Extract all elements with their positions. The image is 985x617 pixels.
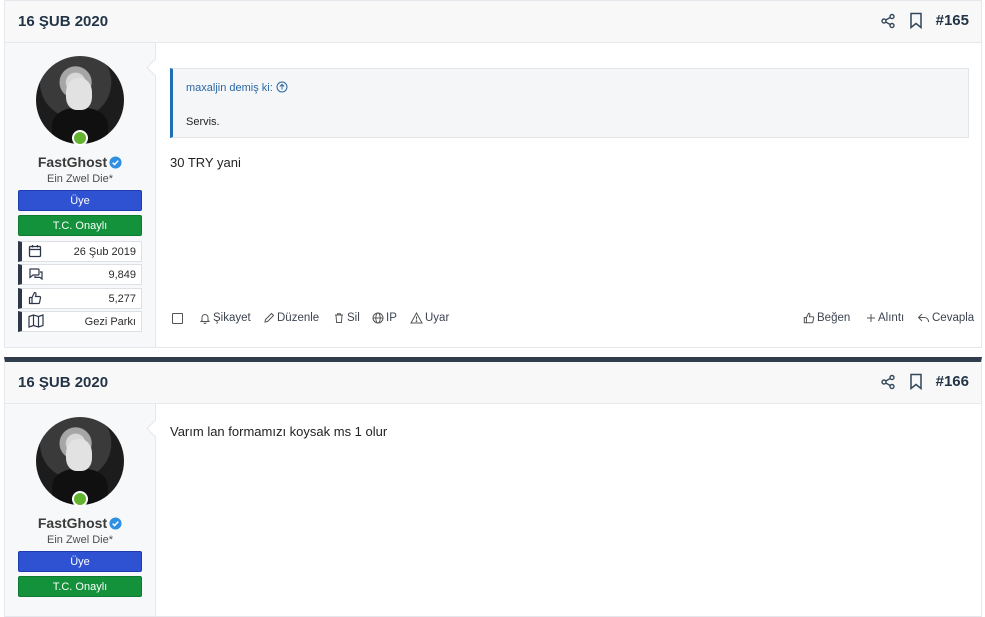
like-button[interactable]: Beğen bbox=[803, 312, 850, 324]
warning-icon bbox=[410, 312, 423, 324]
stat-join-date: 26 Şub 2019 bbox=[18, 241, 142, 262]
bell-icon bbox=[199, 314, 211, 324]
post-165: 16 ŞUB 2020 #165 FastGhost Ein Zwel Die*… bbox=[4, 0, 982, 348]
select-checkbox[interactable] bbox=[172, 313, 183, 324]
member-badge: Üye bbox=[18, 551, 142, 572]
messages-icon bbox=[28, 267, 44, 284]
reply-button[interactable]: Cevapla bbox=[917, 312, 974, 324]
share-icon[interactable] bbox=[880, 374, 896, 390]
thumbs-up-icon bbox=[803, 312, 815, 324]
post-header: 16 ŞUB 2020 #166 bbox=[5, 362, 981, 404]
report-button[interactable]: Şikayet bbox=[199, 312, 251, 324]
quote-text: Servis. bbox=[186, 116, 220, 128]
reply-icon bbox=[917, 313, 929, 322]
stat-location: Gezi Parkı bbox=[18, 311, 142, 332]
edit-button[interactable]: Düzenle bbox=[263, 312, 319, 324]
map-icon bbox=[28, 314, 44, 331]
arrow-up-circle-icon[interactable] bbox=[276, 81, 288, 93]
globe-icon bbox=[372, 312, 384, 324]
quote-author-link[interactable]: maxaljin demiş ki: bbox=[186, 81, 288, 94]
post-date[interactable]: 16 ŞUB 2020 bbox=[18, 374, 108, 391]
username-link[interactable]: FastGhost bbox=[5, 515, 155, 531]
warn-button[interactable]: Uyar bbox=[410, 312, 449, 324]
member-badge: Üye bbox=[18, 190, 142, 211]
username-link[interactable]: FastGhost bbox=[5, 154, 155, 170]
post-date[interactable]: 16 ŞUB 2020 bbox=[18, 13, 108, 30]
online-status-icon bbox=[72, 491, 88, 507]
user-cell: FastGhost Ein Zwel Die* Üye T.C. Onaylı … bbox=[5, 43, 165, 347]
share-icon[interactable] bbox=[880, 13, 896, 29]
post-166: 16 ŞUB 2020 #166 FastGhost Ein Zwel Die*… bbox=[4, 357, 982, 617]
post-number-link[interactable]: #166 bbox=[936, 373, 969, 390]
plus-icon bbox=[867, 314, 875, 322]
stat-reactions: 5,277 bbox=[18, 288, 142, 309]
ip-button[interactable]: IP bbox=[372, 312, 397, 324]
cell-arrow bbox=[146, 58, 165, 77]
user-title: Ein Zwel Die* bbox=[46, 534, 114, 546]
user-cell: FastGhost Ein Zwel Die* Üye T.C. Onaylı bbox=[5, 404, 165, 616]
message-body: 30 TRY yani bbox=[170, 155, 241, 170]
bookmark-icon[interactable] bbox=[909, 12, 923, 29]
post-number-link[interactable]: #165 bbox=[936, 12, 969, 29]
thumbs-up-icon bbox=[28, 291, 42, 308]
stat-messages: 9,849 bbox=[18, 264, 142, 285]
verified-icon bbox=[109, 156, 122, 169]
calendar-icon bbox=[28, 244, 42, 261]
cell-arrow bbox=[146, 419, 165, 438]
quote-block: maxaljin demiş ki: Servis. bbox=[170, 68, 969, 138]
post-header: 16 ŞUB 2020 #165 bbox=[5, 1, 981, 43]
message-body: Varım lan formamızı koysak ms 1 olur bbox=[170, 424, 388, 439]
verified-icon bbox=[109, 517, 122, 530]
pencil-icon bbox=[264, 312, 275, 323]
bookmark-icon[interactable] bbox=[909, 373, 923, 390]
user-title: Ein Zwel Die* bbox=[46, 173, 114, 185]
trash-icon bbox=[335, 313, 343, 323]
quote-button[interactable]: Alıntı bbox=[866, 312, 904, 324]
online-status-icon bbox=[72, 130, 88, 146]
verified-badge: T.C. Onaylı bbox=[18, 576, 142, 597]
delete-button[interactable]: Sil bbox=[333, 312, 360, 324]
post-actions: Şikayet Düzenle Sil IP Uyar Beğen Alıntı bbox=[170, 312, 974, 328]
verified-badge: T.C. Onaylı bbox=[18, 215, 142, 236]
